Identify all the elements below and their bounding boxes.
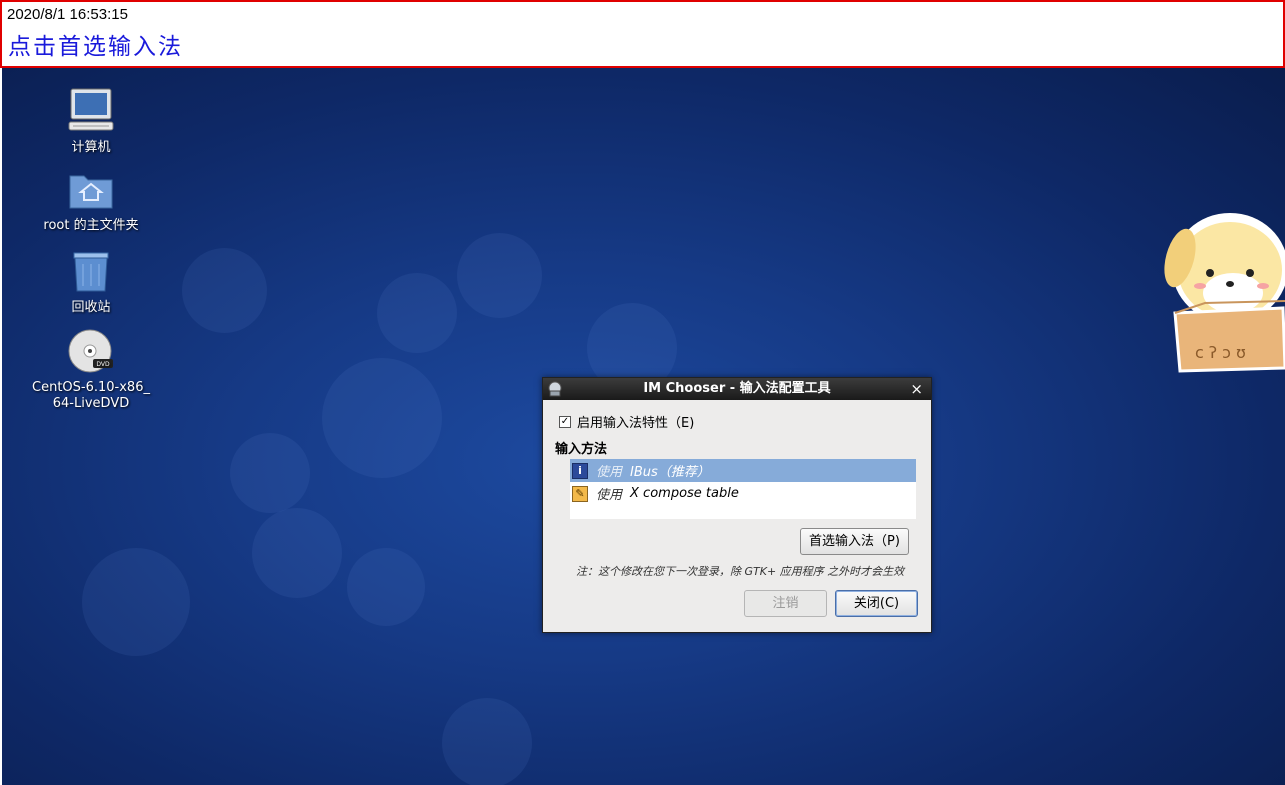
dvd-icon: DVD <box>68 329 113 373</box>
puppy-sticker-icon: c ʔ ↄ ʊ <box>1164 213 1285 373</box>
desktop-icon-home[interactable]: root 的主文件夹 <box>26 168 156 234</box>
bg-bubble <box>442 698 532 785</box>
use-label: 使用 <box>596 488 623 503</box>
preferences-button[interactable]: 首选输入法（P) <box>800 528 909 555</box>
svg-text:c ʔ ↄ ʊ: c ʔ ↄ ʊ <box>1195 343 1246 362</box>
bg-bubble <box>230 433 310 513</box>
desktop-icon-label: root 的主文件夹 <box>43 218 139 233</box>
logout-button[interactable]: 注销 <box>744 590 827 617</box>
method-name: IBus（推荐） <box>630 465 710 480</box>
method-name: X compose table <box>630 486 739 501</box>
bg-bubble <box>377 273 457 353</box>
timestamp: 2020/8/1 16:53:15 <box>7 6 128 23</box>
desktop-icon-label: 计算机 <box>71 140 111 155</box>
instruction-caption: 点击首选输入法 <box>8 34 183 60</box>
annotation-banner: 2020/8/1 16:53:15 点击首选输入法 <box>0 0 1285 68</box>
bg-bubble <box>347 548 425 626</box>
close-button[interactable]: 关闭(C) <box>835 590 918 617</box>
brush-icon: ✎ <box>572 485 588 502</box>
trash-icon <box>73 252 109 292</box>
desktop-icon-dvd[interactable]: DVD CentOS-6.10-x86_ 64-LiveDVD <box>26 328 156 412</box>
close-icon[interactable]: × <box>910 378 923 400</box>
enable-im-label: 启用输入法特性（E) <box>577 416 695 431</box>
use-label: 使用 <box>596 465 623 480</box>
desktop-icon-computer[interactable]: 计算机 <box>26 86 156 156</box>
input-method-list[interactable]: i 使用 IBus（推荐） ✎ 使用 X compose table <box>570 459 916 519</box>
bg-bubble <box>182 248 267 333</box>
enable-im-checkbox[interactable]: ✓ <box>559 415 571 428</box>
svg-text:DVD: DVD <box>96 361 110 368</box>
bg-bubble <box>252 508 342 598</box>
desktop-icon-trash[interactable]: 回收站 <box>26 248 156 316</box>
section-title: 输入方法 <box>555 442 608 457</box>
info-icon: i <box>572 462 588 479</box>
home-folder-icon <box>69 175 113 209</box>
list-item-xcompose[interactable]: ✎ 使用 X compose table <box>570 482 916 505</box>
info-note: 注：这个修改在您下一次登录，除 GTK+ 应用程序 之外时才会生效 <box>576 565 905 578</box>
keyboard-settings-icon <box>548 381 562 397</box>
list-item-ibus[interactable]: i 使用 IBus（推荐） <box>570 459 916 482</box>
desktop-icon-label: CentOS-6.10-x86_ 64-LiveDVD <box>32 380 150 411</box>
bg-bubble <box>82 548 190 656</box>
dialog-titlebar[interactable]: IM Chooser - 输入法配置工具 × <box>543 378 931 400</box>
watermark-partial <box>347 768 355 785</box>
desktop-icon-label: 回收站 <box>71 300 111 315</box>
computer-icon <box>68 88 114 131</box>
enable-im-checkbox-row[interactable]: ✓ 启用输入法特性（E) <box>559 412 694 431</box>
bg-bubble <box>457 233 542 318</box>
bg-bubble <box>322 358 442 478</box>
dialog-title: IM Chooser - 输入法配置工具 <box>643 381 831 396</box>
im-chooser-dialog: IM Chooser - 输入法配置工具 × ✓ 启用输入法特性（E) 输入方法… <box>542 377 932 633</box>
